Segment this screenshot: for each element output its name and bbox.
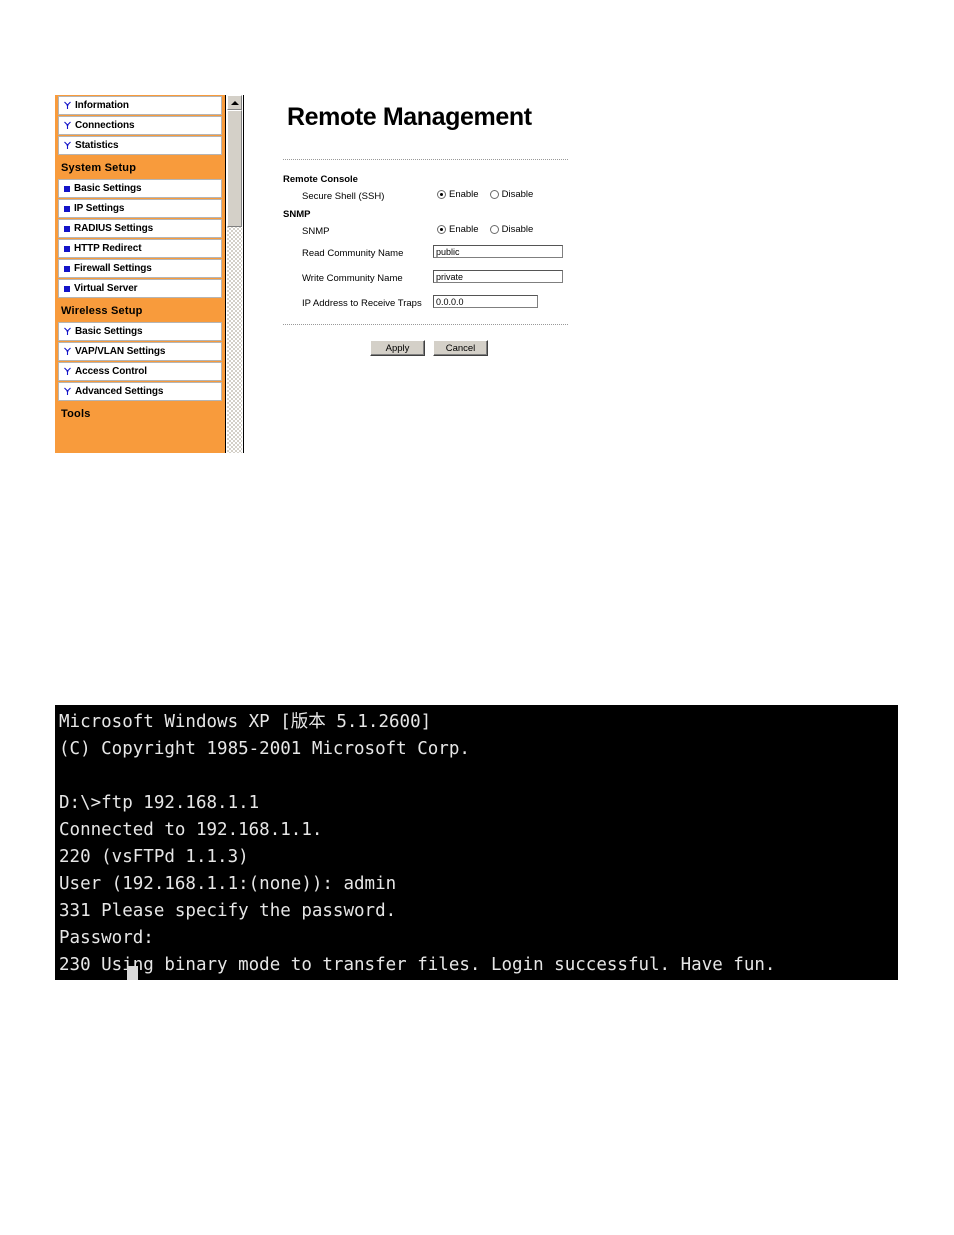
square-bullet-icon	[64, 185, 70, 192]
radio-ssh-disable[interactable]: Disable	[489, 189, 534, 200]
antenna-icon	[64, 141, 71, 149]
radio-label: Disable	[501, 224, 534, 235]
sidebar-item-virtual-server[interactable]: Virtual Server	[58, 279, 222, 298]
sidebar-item-label: IP Settings	[74, 203, 125, 214]
sidebar-item-label: Access Control	[75, 366, 147, 377]
sidebar-item-statistics[interactable]: Statistics	[58, 136, 222, 155]
square-bullet-icon	[64, 225, 70, 232]
radio-group-ssh[interactable]: Enable Disable	[437, 189, 533, 200]
section-heading-remote-console: Remote Console	[283, 174, 358, 185]
sidebar-item-label: VAP/VLAN Settings	[75, 346, 166, 357]
sidebar-group-label: Wireless Setup	[61, 304, 143, 317]
sidebar-item-label: RADIUS Settings	[74, 223, 154, 234]
console-output: Microsoft Windows XP [版本 5.1.2600] (C) C…	[59, 712, 776, 975]
main-panel: Remote Management Remote Console Secure …	[230, 95, 568, 453]
write-community-name-input[interactable]	[433, 270, 563, 283]
sidebar-item-label: Basic Settings	[74, 183, 142, 194]
label-trap-ip-address: IP Address to Receive Traps	[302, 298, 422, 309]
read-community-name-input[interactable]	[433, 245, 563, 258]
sidebar-item-http-redirect[interactable]: HTTP Redirect	[58, 239, 222, 258]
router-admin-screenshot: Information Connections Statistics Syste…	[55, 95, 568, 457]
console-cursor	[127, 966, 138, 980]
radio-indicator[interactable]	[489, 225, 499, 234]
radio-ssh-enable[interactable]: Enable	[437, 189, 479, 200]
sidebar-item-access-control[interactable]: Access Control	[58, 362, 222, 381]
radio-indicator[interactable]	[437, 225, 446, 234]
sidebar-item-vap-vlan-settings[interactable]: VAP/VLAN Settings	[58, 342, 222, 361]
sidebar-group-label: System Setup	[61, 161, 137, 174]
radio-indicator[interactable]	[437, 190, 446, 199]
sidebar-item-firewall-settings[interactable]: Firewall Settings	[58, 259, 222, 278]
sidebar-item-label: HTTP Redirect	[74, 243, 142, 254]
sidebar-item-basic-settings-system[interactable]: Basic Settings	[58, 179, 222, 198]
sidebar-item-label: Virtual Server	[74, 283, 138, 294]
radio-label: Disable	[501, 189, 534, 200]
cancel-button[interactable]: Cancel	[433, 340, 488, 356]
radio-label: Enable	[449, 224, 479, 235]
section-heading-snmp: SNMP	[283, 209, 311, 220]
antenna-icon	[64, 101, 71, 109]
radio-snmp-enable[interactable]: Enable	[437, 224, 479, 235]
sidebar-item-label: Information	[75, 100, 129, 111]
antenna-icon	[64, 121, 71, 129]
square-bullet-icon	[64, 205, 70, 212]
antenna-icon	[64, 387, 71, 395]
trap-ip-address-input[interactable]	[433, 295, 538, 308]
sidebar: Information Connections Statistics Syste…	[55, 95, 226, 453]
label-read-community-name: Read Community Name	[302, 248, 404, 259]
antenna-icon	[64, 327, 71, 335]
sidebar-item-advanced-settings[interactable]: Advanced Settings	[58, 382, 222, 401]
page-title: Remote Management	[287, 103, 532, 131]
radio-indicator[interactable]	[489, 190, 499, 199]
sidebar-item-label: Advanced Settings	[75, 386, 164, 397]
label-secure-shell: Secure Shell (SSH)	[302, 191, 385, 202]
square-bullet-icon	[64, 285, 70, 292]
radio-group-snmp[interactable]: Enable Disable	[437, 224, 533, 235]
square-bullet-icon	[64, 265, 70, 272]
radio-snmp-disable[interactable]: Disable	[489, 224, 534, 235]
sidebar-group-label: Tools	[61, 407, 91, 420]
sidebar-item-label: Firewall Settings	[74, 263, 152, 274]
sidebar-item-label: Basic Settings	[75, 326, 143, 337]
sidebar-group-system-setup: System Setup	[55, 157, 225, 178]
radio-label: Enable	[449, 189, 479, 200]
square-bullet-icon	[64, 245, 70, 252]
sidebar-item-radius-settings[interactable]: RADIUS Settings	[58, 219, 222, 238]
sidebar-item-information[interactable]: Information	[58, 96, 222, 115]
label-write-community-name: Write Community Name	[302, 273, 403, 284]
antenna-icon	[64, 367, 71, 375]
divider-top	[283, 159, 568, 161]
sidebar-item-ip-settings[interactable]: IP Settings	[58, 199, 222, 218]
sidebar-item-label: Connections	[75, 120, 135, 131]
sidebar-item-label: Statistics	[75, 140, 119, 151]
antenna-icon	[64, 347, 71, 355]
sidebar-item-basic-settings-wireless[interactable]: Basic Settings	[58, 322, 222, 341]
command-prompt-window[interactable]: Microsoft Windows XP [版本 5.1.2600] (C) C…	[55, 705, 898, 980]
divider-bottom	[283, 324, 568, 326]
apply-button[interactable]: Apply	[370, 340, 425, 356]
sidebar-group-wireless-setup: Wireless Setup	[55, 300, 225, 321]
sidebar-group-tools: Tools	[55, 403, 225, 424]
sidebar-item-connections[interactable]: Connections	[58, 116, 222, 135]
label-snmp: SNMP	[302, 226, 330, 237]
